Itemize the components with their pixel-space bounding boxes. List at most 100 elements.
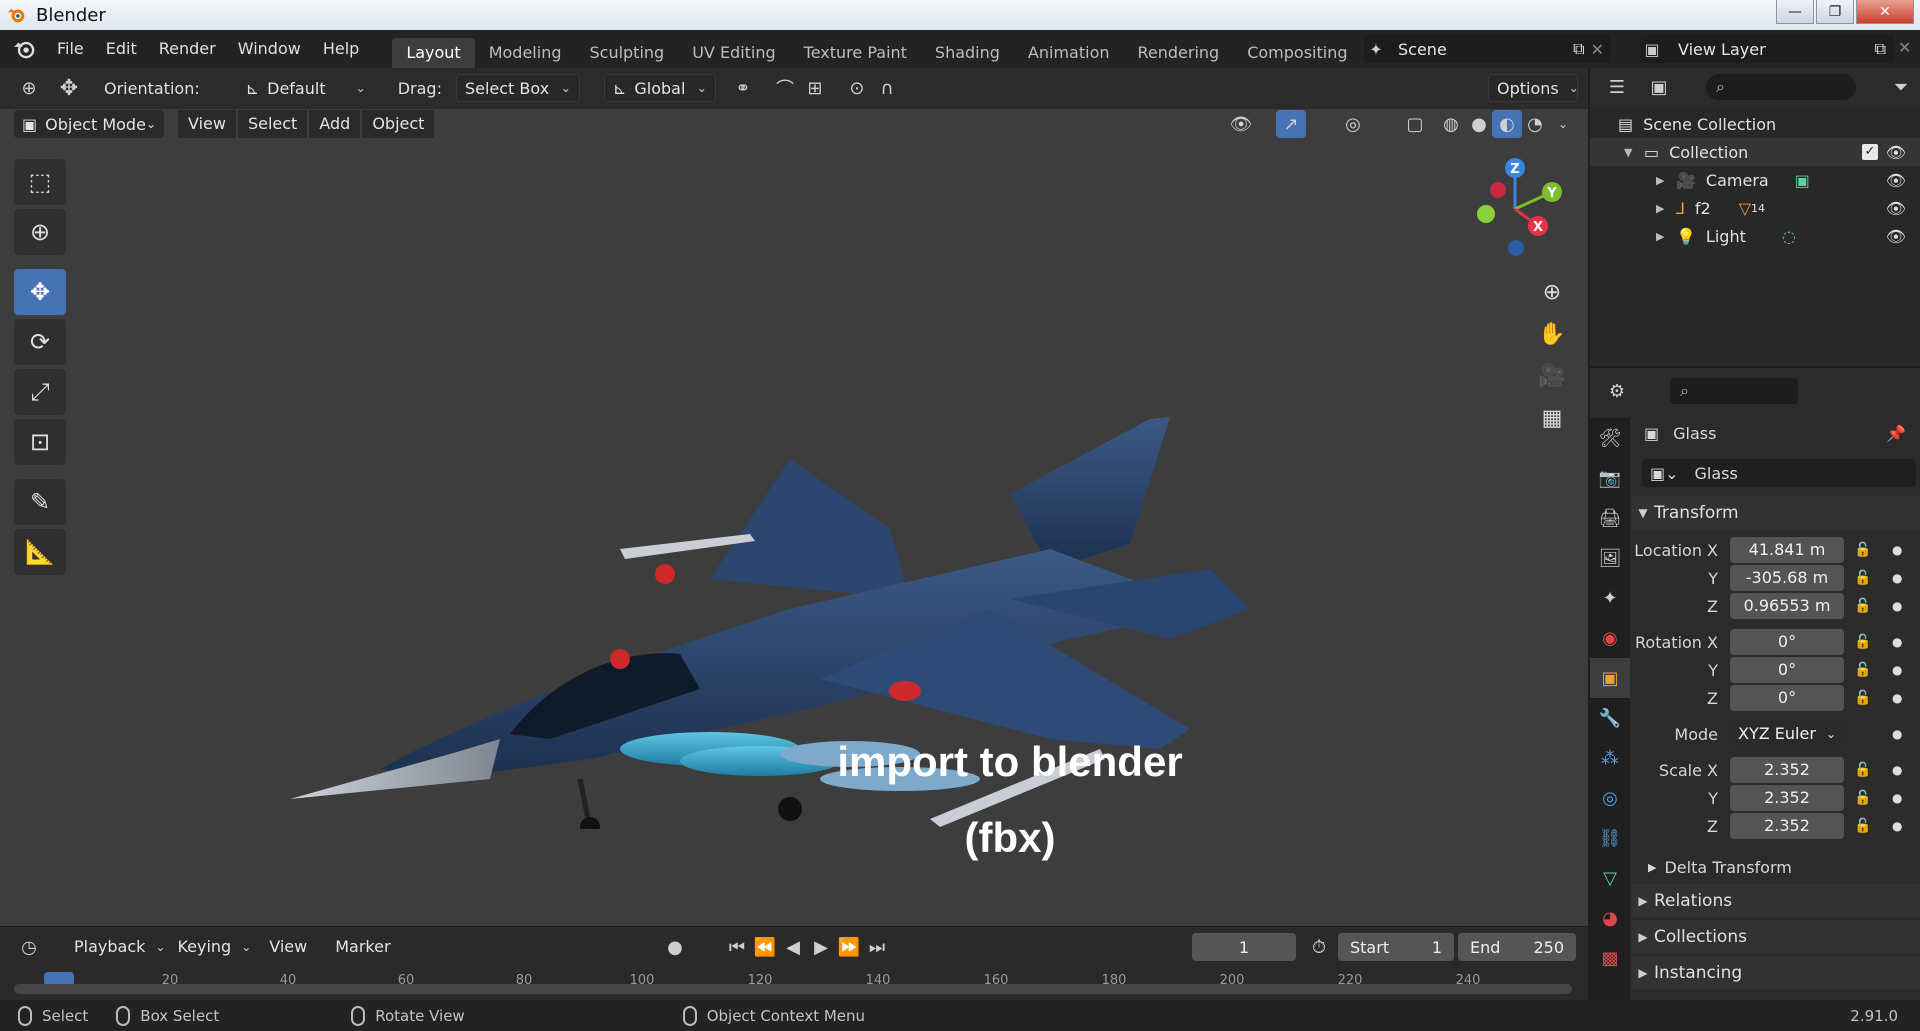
scene-tab-icon[interactable]: ✦ — [1590, 578, 1630, 618]
current-frame-field[interactable]: 1 — [1192, 933, 1296, 961]
play-icon[interactable]: ▶ — [806, 933, 836, 961]
collections-panel-header[interactable]: ▶ Collections — [1632, 920, 1920, 954]
modifier-tab-icon[interactable]: 🔧 — [1590, 698, 1630, 738]
timeline-editor-type-icon[interactable]: ◷ — [14, 933, 44, 961]
location-x-field[interactable]: 41.841 m — [1730, 537, 1844, 563]
location-y-field[interactable]: -305.68 m — [1730, 565, 1844, 591]
start-frame-field[interactable]: Start 1 — [1338, 933, 1454, 961]
lock-icon[interactable]: 🔓 — [1854, 542, 1871, 558]
ortho-grid-icon[interactable]: ▦ — [1534, 400, 1570, 436]
object-datablock-field[interactable]: ▣⌄ Glass — [1642, 459, 1916, 487]
tab-rendering[interactable]: Rendering — [1124, 38, 1234, 68]
view-layer-delete-icon[interactable]: ✕ — [1898, 38, 1911, 57]
filter-icon[interactable]: ⏷ — [1886, 73, 1916, 101]
lock-icon[interactable]: 🔓 — [1854, 662, 1871, 678]
keyframe-dot-icon[interactable]: ● — [1892, 571, 1902, 585]
lock-icon[interactable]: 🔓 — [1854, 790, 1871, 806]
rendered-shading-icon[interactable]: ◔ — [1520, 110, 1550, 138]
menu-edit[interactable]: Edit — [95, 30, 148, 68]
outliner-editor-type-icon[interactable]: ☰ — [1602, 73, 1632, 101]
view-layer-new-icon[interactable]: ⧉ — [1875, 39, 1886, 59]
material-shading-icon[interactable]: ◐ — [1492, 110, 1522, 138]
blender-menu-icon[interactable] — [12, 36, 38, 62]
tool-tab-icon[interactable]: 🛠 — [1590, 418, 1630, 458]
menu-window[interactable]: Window — [227, 30, 312, 68]
keyframe-dot-icon[interactable]: ● — [1892, 691, 1902, 705]
keyframe-dot-icon[interactable]: ● — [1892, 727, 1902, 741]
menu-view[interactable]: View — [178, 110, 236, 138]
pan-hand-icon[interactable]: ✋ — [1534, 316, 1570, 352]
collection-checkbox[interactable]: ✓ — [1862, 144, 1878, 160]
maximize-button[interactable]: ❐ — [1816, 0, 1854, 24]
tab-compositing[interactable]: Compositing — [1233, 38, 1361, 68]
eye-icon[interactable]: 👁 — [1886, 143, 1906, 162]
menu-select[interactable]: Select — [237, 110, 308, 138]
editor-type-icon[interactable]: ⊕ — [14, 74, 44, 102]
options-dropdown[interactable]: Options ⌄ — [1488, 74, 1579, 102]
keyframe-dot-icon[interactable]: ● — [1892, 819, 1902, 833]
shading-options-chevron-icon[interactable]: ⌄ — [1548, 110, 1578, 138]
close-button[interactable]: ✕ — [1856, 0, 1914, 24]
outliner-item-light[interactable]: ▶ 💡 Light ◌ 👁 — [1590, 222, 1920, 250]
falloff-icon[interactable]: ∩ — [872, 74, 902, 102]
tab-texture-paint[interactable]: Texture Paint — [790, 38, 921, 68]
scale-z-field[interactable]: 2.352 — [1730, 813, 1844, 839]
rotation-y-field[interactable]: 0° — [1730, 657, 1844, 683]
object-mode-dropdown[interactable]: ▣ Object Mode ⌄ — [14, 110, 164, 138]
particles-tab-icon[interactable]: ⁂ — [1590, 738, 1630, 778]
view-layer-tab-icon[interactable]: 🖼 — [1590, 538, 1630, 578]
zoom-icon[interactable]: ⊕ — [1534, 274, 1570, 310]
outliner-scene-collection[interactable]: ▤ Scene Collection — [1590, 110, 1920, 138]
expand-triangle-icon[interactable]: ▶ — [1656, 174, 1670, 187]
navigation-gizmo[interactable]: Z Y X — [1460, 154, 1570, 264]
render-tab-icon[interactable]: 📷 — [1590, 458, 1630, 498]
eye-icon[interactable]: 👁 — [1886, 227, 1906, 246]
display-mode-icon[interactable]: ▣ — [1644, 73, 1674, 101]
rotation-x-field[interactable]: 0° — [1730, 629, 1844, 655]
play-reverse-icon[interactable]: ◀ — [778, 933, 808, 961]
delta-transform-subpanel[interactable]: ▶ Delta Transform — [1632, 852, 1920, 882]
outliner-search-input[interactable]: ⌕ — [1706, 74, 1856, 100]
visibility-eye-icon[interactable]: 👁 — [1226, 110, 1256, 138]
output-tab-icon[interactable]: 🖨 — [1590, 498, 1630, 538]
cursor-tool-icon[interactable]: ⊕ — [14, 209, 66, 255]
pivot-point-icon[interactable]: ⚭ — [728, 74, 758, 102]
transform-tool-icon[interactable]: ⊡ — [14, 419, 66, 465]
keyframe-dot-icon[interactable]: ● — [1892, 663, 1902, 677]
keyframe-dot-icon[interactable]: ● — [1892, 791, 1902, 805]
expand-triangle-icon[interactable]: ▶ — [1656, 230, 1670, 243]
texture-tab-icon[interactable]: ▩ — [1590, 938, 1630, 978]
lock-icon[interactable]: 🔓 — [1854, 598, 1871, 614]
rotation-mode-dropdown[interactable]: XYZ Euler ⌄ — [1730, 721, 1844, 747]
xray-toggle-icon[interactable]: ▢ — [1400, 110, 1430, 138]
scale-y-field[interactable]: 2.352 — [1730, 785, 1844, 811]
lock-icon[interactable]: 🔓 — [1854, 762, 1871, 778]
solid-shading-icon[interactable]: ● — [1464, 110, 1494, 138]
rotate-tool-icon[interactable]: ⟳ — [14, 319, 66, 365]
pin-icon[interactable]: 📌 — [1886, 424, 1906, 443]
drag-dropdown[interactable]: Select Box ⌄ — [455, 74, 580, 102]
outliner-item-f2[interactable]: ▶ ⅃ f2 ▽ 14 👁 — [1590, 194, 1920, 222]
tab-sculpting[interactable]: Sculpting — [575, 38, 678, 68]
scale-x-field[interactable]: 2.352 — [1730, 757, 1844, 783]
eye-icon[interactable]: 👁 — [1886, 199, 1906, 218]
jump-start-icon[interactable]: ⏮ — [722, 933, 752, 961]
menu-add[interactable]: Add — [309, 110, 361, 138]
world-tab-icon[interactable]: ◉ — [1590, 618, 1630, 658]
physics-tab-icon[interactable]: ◎ — [1590, 778, 1630, 818]
menu-help[interactable]: Help — [312, 30, 370, 68]
snap-target-icon[interactable]: ⊞ — [800, 74, 830, 102]
instancing-panel-header[interactable]: ▶ Instancing — [1632, 956, 1920, 990]
lock-icon[interactable]: 🔓 — [1854, 570, 1871, 586]
3d-viewport[interactable]: ▣ Object Mode ⌄ View Select Add Object 👁… — [0, 108, 1588, 926]
camera-view-icon[interactable]: 🎥 — [1534, 358, 1570, 394]
tab-uv-editing[interactable]: UV Editing — [678, 38, 789, 68]
object-tab-icon[interactable]: ▣ — [1590, 658, 1630, 698]
lock-icon[interactable]: 🔓 — [1854, 634, 1871, 650]
menu-file[interactable]: File — [46, 30, 95, 68]
select-box-tool-icon[interactable]: ⬚ — [14, 159, 66, 205]
measure-tool-icon[interactable]: 📐 — [14, 529, 66, 575]
jump-keyframe-forward-icon[interactable]: ⏩ — [834, 933, 864, 961]
menu-render[interactable]: Render — [148, 30, 227, 68]
keyframe-dot-icon[interactable]: ● — [1892, 543, 1902, 557]
